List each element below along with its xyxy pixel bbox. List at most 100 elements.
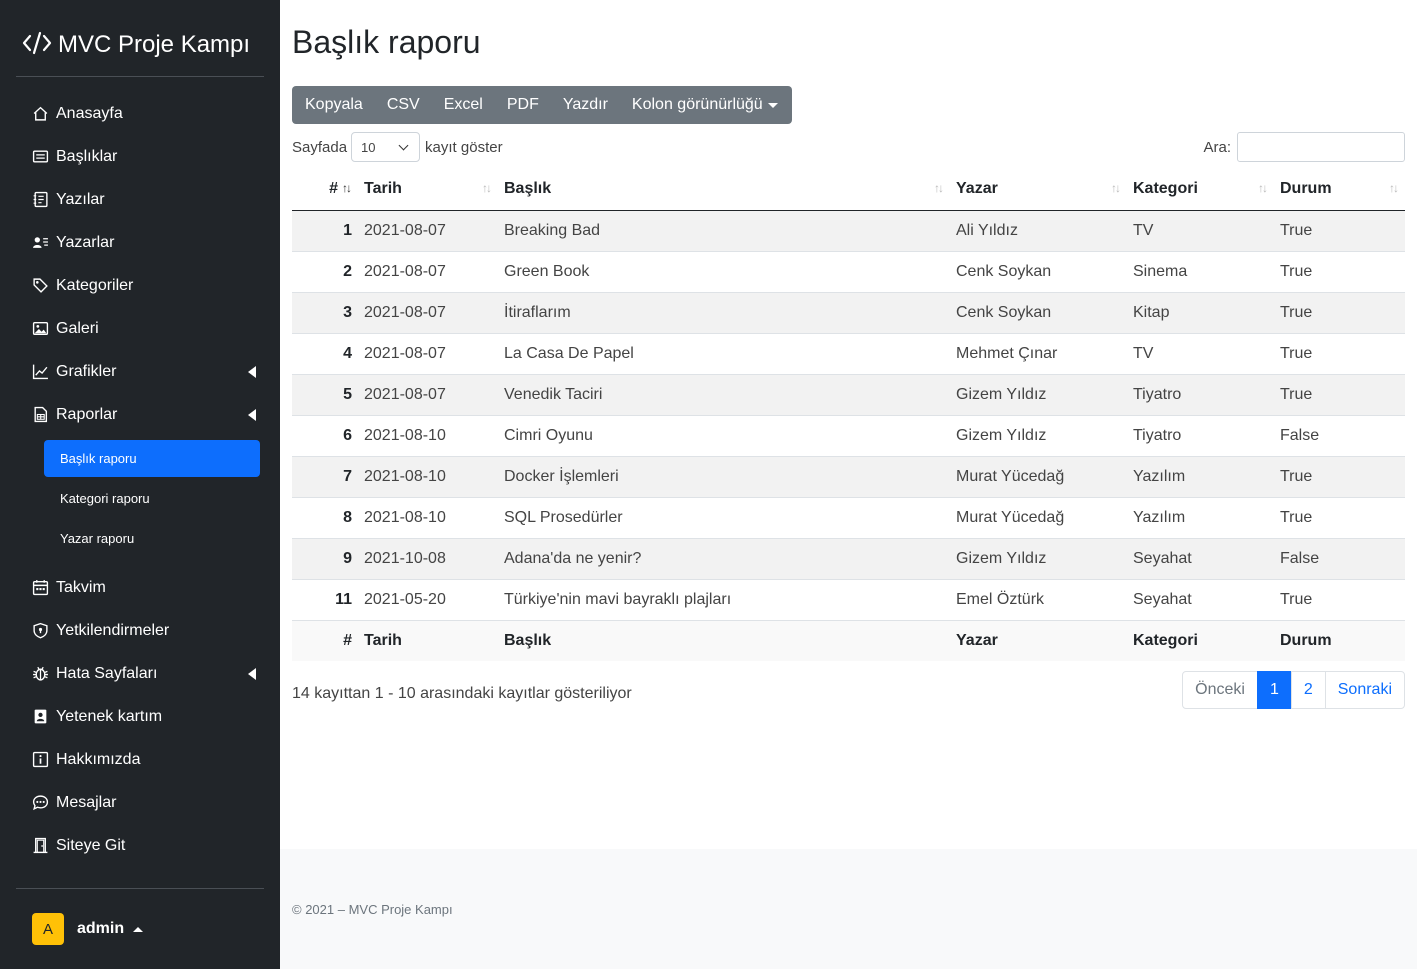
copy-button[interactable]: Kopyala [305,96,363,114]
info-square-icon [31,751,49,769]
cell-tarih: 2021-08-10 [358,415,498,457]
cell-yazar: Cenk Soykan [950,251,1127,293]
cell-tarih: 2021-05-20 [358,579,498,621]
sidebar-item-label: Galeri [56,319,99,337]
sidebar-item-label: Takvim [56,578,106,596]
pagination: Önceki 1 2 Sonraki [1182,671,1405,709]
cell-yazar: Murat Yücedağ [950,497,1127,539]
cell-baslik: Breaking Bad [498,210,950,252]
footer-copyright: © 2021 – MVC Proje Kampı [292,902,453,917]
page-length-select[interactable]: 10 [351,132,421,162]
cell-tarih: 2021-08-07 [358,251,498,293]
submenu-item-yazar-raporu[interactable]: Yazar raporu [44,520,260,557]
column-header-baslik[interactable]: Başlık ↑↓ [498,169,950,211]
user-menu[interactable]: A admin [32,913,144,945]
cell-yazar: Emel Öztürk [950,579,1127,621]
sidebar-nav: Anasayfa Başlıklar Yazılar Yazarlar Kate… [16,92,264,867]
sidebar-item-galeri[interactable]: Galeri [16,307,264,350]
cell-tarih: 2021-08-07 [358,374,498,416]
sidebar-item-siteye-git[interactable]: Siteye Git [16,824,264,867]
sidebar-item-yazarlar[interactable]: Yazarlar [16,221,264,264]
sort-icon: ↑↓ [934,181,944,195]
footer-header-yazar: Yazar [950,619,1127,661]
page-footer: © 2021 – MVC Proje Kampı [280,849,1417,969]
column-header-kategori[interactable]: Kategori ↑↓ [1127,169,1274,211]
cell-number: 11 [292,579,358,621]
cell-yazar: Cenk Soykan [950,292,1127,334]
table-row: 6 2021-08-10 Cimri Oyunu Gizem Yıldız Tiyatr… [292,415,1405,457]
submenu-item-baslik-raporu[interactable]: Başlık raporu [44,440,260,477]
cell-baslik: Docker İşlemleri [498,456,950,498]
sidebar-item-label: Yetkilendirmeler [56,621,170,639]
sidebar-item-basliklar[interactable]: Başlıklar [16,135,264,178]
cell-number: 3 [292,292,358,334]
length-prefix: Sayfada [292,138,348,156]
journal-text-icon [31,191,49,209]
sidebar: MVC Proje Kampı Anasayfa Başlıklar Yazıl… [0,0,280,969]
tags-icon [31,277,49,295]
footer-header-baslik: Başlık [498,619,950,661]
excel-button[interactable]: Excel [444,96,483,114]
cell-durum: True [1274,579,1405,621]
cell-tarih: 2021-08-07 [358,333,498,375]
footer-header-tarih: Tarih [358,619,498,661]
caret-left-icon [248,366,256,378]
pagination-next[interactable]: Sonraki [1324,671,1405,709]
pagination-page-2[interactable]: 2 [1290,671,1326,709]
pagination-page-1[interactable]: 1 [1256,671,1292,709]
cell-tarih: 2021-10-08 [358,538,498,580]
sidebar-item-takvim[interactable]: Takvim [16,566,264,609]
cell-baslik: Adana'da ne yenir? [498,538,950,580]
page-title: Başlık raporu [292,24,481,60]
column-visibility-button[interactable]: Kolon görünürlüğü [632,96,778,114]
sidebar-item-kategoriler[interactable]: Kategoriler [16,264,264,307]
csv-button[interactable]: CSV [387,96,420,114]
cell-baslik: Türkiye'nin mavi bayraklı plajları [498,579,950,621]
column-header-tarih[interactable]: Tarih ↑↓ [358,169,498,211]
cell-number: 8 [292,497,358,539]
column-header-yazar[interactable]: Yazar ↑↓ [950,169,1127,211]
cell-number: 5 [292,374,358,416]
sidebar-item-anasayfa[interactable]: Anasayfa [16,92,264,135]
sidebar-item-hakkimizda[interactable]: Hakkımızda [16,738,264,781]
sidebar-item-label: Anasayfa [56,104,123,122]
sidebar-item-grafikler[interactable]: Grafikler [16,350,264,393]
sidebar-item-raporlar[interactable]: Raporlar [16,393,264,436]
table-body: 1 2021-08-07 Breaking Bad Ali Yıldız TV True 2… [292,210,1405,621]
column-header-number[interactable]: # ↑↓ [292,169,358,211]
print-button[interactable]: Yazdır [563,96,608,114]
cell-yazar: Gizem Yıldız [950,538,1127,580]
pagination-prev[interactable]: Önceki [1182,671,1258,709]
sidebar-item-yetkilendirmeler[interactable]: Yetkilendirmeler [16,609,264,652]
sidebar-item-mesajlar[interactable]: Mesajlar [16,781,264,824]
sidebar-item-label: Başlıklar [56,147,118,165]
cell-durum: True [1274,456,1405,498]
table-row: 9 2021-10-08 Adana'da ne yenir? Gizem Yıldı… [292,538,1405,580]
cell-durum: True [1274,333,1405,375]
brand[interactable]: MVC Proje Kampı [16,22,264,77]
column-header-durum[interactable]: Durum ↑↓ [1274,169,1405,211]
chat-dots-icon [31,794,49,812]
footer-header-durum: Durum [1274,619,1405,661]
sidebar-item-hata-sayfalari[interactable]: Hata Sayfaları [16,652,264,695]
sidebar-item-yetenek-kartim[interactable]: Yetenek kartım [16,695,264,738]
caret-up-icon [133,926,144,932]
reports-submenu: Başlık raporu Kategori raporu Yazar rapo… [16,436,264,566]
sidebar-item-yazilar[interactable]: Yazılar [16,178,264,221]
person-lines-icon [31,234,49,252]
cell-durum: True [1274,374,1405,416]
search-input[interactable] [1237,132,1405,162]
bug-icon [31,665,49,683]
cell-durum: False [1274,538,1405,580]
cell-tarih: 2021-08-07 [358,292,498,334]
images-icon [31,320,49,338]
person-badge-icon [31,708,49,726]
table-row: 7 2021-08-10 Docker İşlemleri Murat Yücedağ… [292,456,1405,498]
cell-kategori: Seyahat [1127,538,1274,580]
cell-tarih: 2021-08-07 [358,210,498,252]
table-row: 2 2021-08-07 Green Book Cenk Soykan Sinema Tr… [292,251,1405,293]
graph-up-icon [31,363,49,381]
pdf-button[interactable]: PDF [507,96,539,114]
submenu-item-kategori-raporu[interactable]: Kategori raporu [44,480,260,517]
sidebar-item-label: Hata Sayfaları [56,664,158,682]
